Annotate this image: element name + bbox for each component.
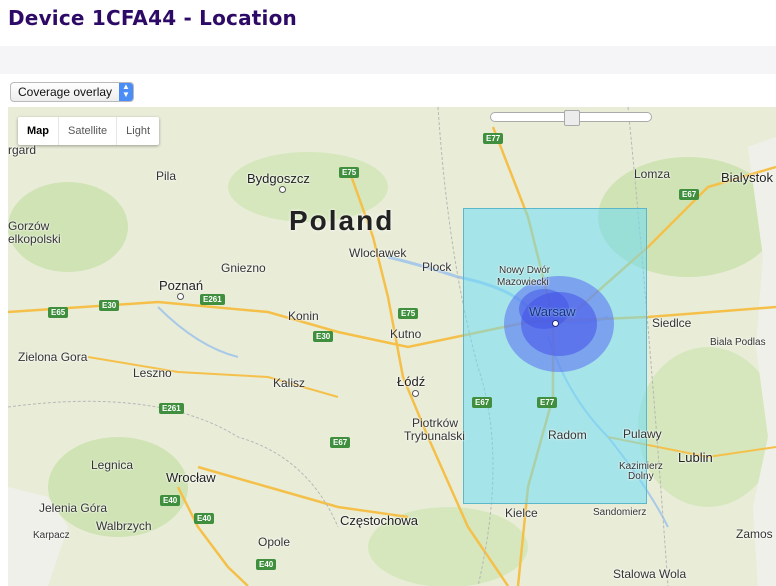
city-label: Konin xyxy=(288,309,319,323)
road-shield: E40 xyxy=(256,559,277,570)
road-shield: E75 xyxy=(339,167,360,178)
select-arrows-icon: ▲ ▼ xyxy=(119,83,133,101)
city-label: Karpacz xyxy=(33,530,70,541)
city-label: Częstochowa xyxy=(340,513,419,528)
city-label: Kutno xyxy=(390,327,422,341)
city-label: Mazowiecki xyxy=(497,277,549,288)
road-shield: E67 xyxy=(679,189,700,200)
city-label: Dolny xyxy=(628,471,654,482)
select-value: Coverage overlay xyxy=(18,85,113,99)
city-label: Leszno xyxy=(133,366,172,380)
city-label: Kielce xyxy=(505,506,538,520)
city-label: Nowy Dwór xyxy=(499,265,551,276)
city-dot xyxy=(279,186,286,193)
road-shield: E67 xyxy=(472,397,493,408)
road-shield: E77 xyxy=(537,397,558,408)
city-label: elkopolski xyxy=(8,232,61,246)
city-label: Zielona Gora xyxy=(18,350,88,364)
city-label: Bialystok xyxy=(721,170,774,185)
city-label-warsaw: Warsaw xyxy=(529,304,576,319)
city-label: Radom xyxy=(548,428,587,442)
city-label: Wrocław xyxy=(166,470,216,485)
page-title: Device 1CFA44 - Location xyxy=(8,6,297,30)
road-shield: E75 xyxy=(398,308,419,319)
coverage-area xyxy=(463,208,647,504)
city-label: Plock xyxy=(422,260,452,274)
city-label: Stalowa Wola xyxy=(613,567,687,581)
map-type-light-button[interactable]: Light xyxy=(116,117,159,145)
city-label: Pulawy xyxy=(623,427,662,441)
city-label: Bydgoszcz xyxy=(247,171,310,186)
city-label: Piotrków xyxy=(412,416,459,430)
city-label: Kalisz xyxy=(273,376,306,390)
slider-knob[interactable] xyxy=(564,110,580,126)
city-label: Trybunalski xyxy=(404,429,465,443)
city-label: Walbrzych xyxy=(96,519,152,533)
city-label: Wloclawek xyxy=(349,246,407,260)
road-shield: E261 xyxy=(159,403,184,414)
city-label: Zamos xyxy=(736,527,773,541)
road-shield: E77 xyxy=(483,133,504,144)
city-label: Jelenia Góra xyxy=(39,501,108,515)
map-type-control: Map Satellite Light xyxy=(18,117,159,145)
city-label: Łódź xyxy=(397,374,426,389)
city-label: Pila xyxy=(156,169,177,183)
city-label: Opole xyxy=(258,535,291,549)
city-label: Poznań xyxy=(159,278,204,293)
country-label: Poland xyxy=(289,205,395,236)
city-label: Lomza xyxy=(634,167,671,181)
city-label: Lublin xyxy=(678,450,713,465)
city-dot xyxy=(412,390,419,397)
road-shield: E30 xyxy=(313,331,334,342)
map-type-map-button[interactable]: Map xyxy=(18,117,58,145)
road-shield: E65 xyxy=(48,307,69,318)
city-label: rgard xyxy=(8,143,37,157)
city-label: Sandomierz xyxy=(593,507,647,518)
road-shield: E261 xyxy=(200,294,225,305)
city-label: Biala Podlas xyxy=(710,337,766,348)
city-dot xyxy=(177,293,184,300)
warsaw-marker-icon xyxy=(552,320,559,327)
coverage-overlay-select[interactable]: Coverage overlay ▲ ▼ xyxy=(10,82,134,102)
map-type-satellite-button[interactable]: Satellite xyxy=(58,117,116,145)
road-shield: E40 xyxy=(160,495,181,506)
city-label: Legnica xyxy=(91,458,134,472)
city-label: Gniezno xyxy=(221,261,266,275)
road-shield: E40 xyxy=(194,513,215,524)
map-view[interactable]: Map Satellite Light Poland rgard Bydgosz… xyxy=(8,107,776,586)
road-shield: E30 xyxy=(99,300,120,311)
zoom-slider[interactable] xyxy=(490,110,652,126)
toolbar-band xyxy=(0,46,776,74)
city-label: Gorzów xyxy=(8,219,50,233)
road-shield: E67 xyxy=(330,437,351,448)
city-label: Siedlce xyxy=(652,316,692,330)
coverage-heatmap xyxy=(504,276,614,372)
